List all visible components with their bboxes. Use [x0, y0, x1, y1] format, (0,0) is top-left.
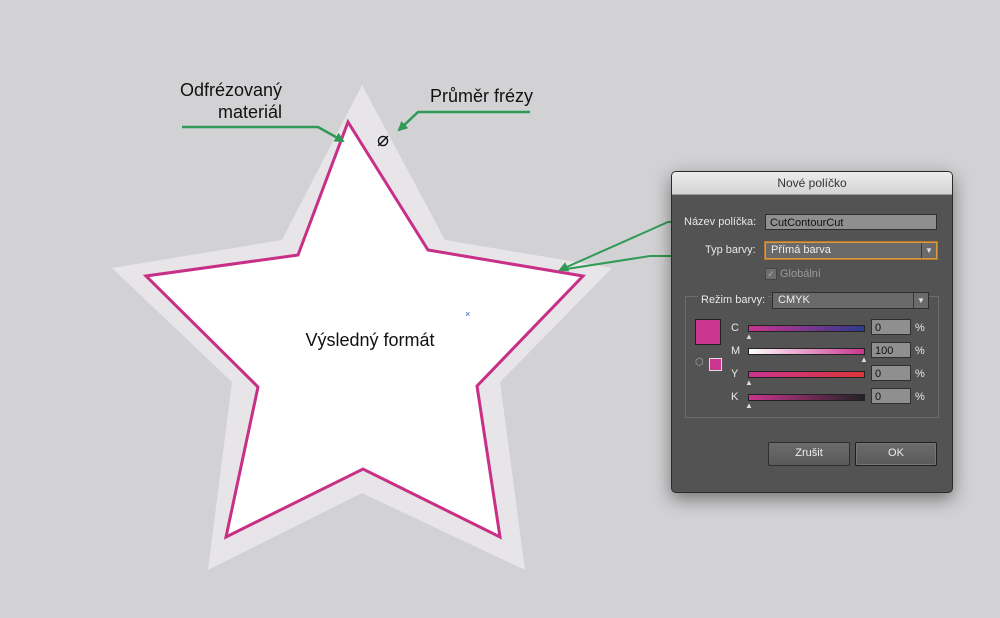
cutter-diameter-label: Průměr frézy: [430, 86, 534, 106]
channel-k-label: K: [731, 391, 739, 403]
final-format-label: Výsledný formát: [305, 330, 435, 350]
chevron-down-icon: ▼: [913, 293, 928, 308]
channel-c-label: C: [731, 322, 739, 334]
channel-k-slider-thumb[interactable]: ▲: [745, 402, 753, 410]
out-of-gamut-icon: ⬡: [695, 357, 704, 368]
color-preview-swatch: [695, 319, 721, 345]
channel-c-input[interactable]: 0: [871, 319, 911, 335]
cancel-button[interactable]: Zrušit: [768, 442, 850, 466]
channel-y-slider-thumb[interactable]: ▲: [745, 379, 753, 387]
channel-k-slider[interactable]: [748, 394, 865, 401]
milled-material-label-line2: materiál: [218, 102, 283, 122]
color-type-label: Typ barvy:: [705, 244, 756, 256]
new-swatch-dialog: Nové políčko Název políčka: CutContourCu…: [671, 171, 953, 493]
swatch-name-input[interactable]: CutContourCut: [765, 214, 937, 230]
channel-m-input[interactable]: 100: [871, 342, 911, 358]
color-mode-value: CMYK: [778, 294, 810, 306]
dialog-title: Nové políčko: [672, 172, 952, 195]
channel-m-slider[interactable]: [748, 348, 865, 355]
global-checkbox[interactable]: ✓: [765, 268, 777, 280]
milled-material-label-line1: Odfrézovaný: [180, 80, 283, 100]
channel-m-unit: %: [915, 345, 925, 357]
global-label: Globální: [780, 268, 821, 280]
center-marker-icon: ×: [465, 309, 470, 319]
channel-m-label: M: [731, 345, 741, 357]
color-mode-label: Režim barvy:: [698, 294, 769, 306]
channel-k-input[interactable]: 0: [871, 388, 911, 404]
gamut-swatch: [709, 358, 722, 371]
diameter-icon: ⌀: [377, 127, 389, 151]
color-sliders-group: ⬡ C ▲ 0 % M ▲ 100 % Y ▲ 0 % K ▲ 0 %: [685, 296, 939, 418]
milled-material-arrow: [182, 125, 345, 143]
color-mode-select[interactable]: CMYK ▼: [772, 292, 929, 309]
color-type-select[interactable]: Přímá barva ▼: [765, 242, 937, 259]
channel-m-slider-thumb[interactable]: ▲: [860, 356, 868, 364]
channel-y-slider[interactable]: [748, 371, 865, 378]
channel-k-unit: %: [915, 391, 925, 403]
channel-c-slider[interactable]: [748, 325, 865, 332]
channel-y-unit: %: [915, 368, 925, 380]
chevron-down-icon: ▼: [921, 243, 936, 258]
color-type-value: Přímá barva: [771, 244, 831, 256]
swatch-name-label: Název políčka:: [684, 216, 757, 228]
cutter-diameter-arrow: [397, 110, 530, 132]
channel-y-label: Y: [731, 368, 739, 380]
channel-c-slider-thumb[interactable]: ▲: [745, 333, 753, 341]
ok-button[interactable]: OK: [855, 442, 937, 466]
channel-y-input[interactable]: 0: [871, 365, 911, 381]
channel-c-unit: %: [915, 322, 925, 334]
